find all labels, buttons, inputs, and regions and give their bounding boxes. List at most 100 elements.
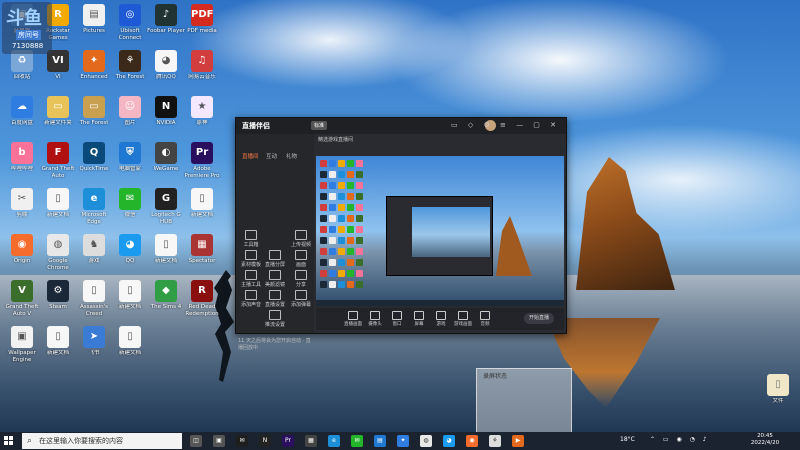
desktop-icon[interactable]: ▤ Pictures xyxy=(74,4,114,35)
taskbar-app-icon[interactable]: ◍ xyxy=(420,435,432,447)
sidebar-tool-item[interactable]: 直播设置 xyxy=(264,290,286,308)
desktop-icon[interactable]: ▭ The Forest xyxy=(74,96,114,127)
desktop-icon[interactable]: ✂ 剪映 xyxy=(2,188,42,219)
live-preview[interactable] xyxy=(316,156,564,306)
desktop-icon[interactable]: ▯ 新建文档 xyxy=(110,280,150,311)
desktop-icon[interactable]: V Grand Theft Auto V xyxy=(2,280,42,317)
sidebar-tool-item[interactable]: 素材模板 xyxy=(240,250,262,268)
weather-readout[interactable]: 18°C xyxy=(620,436,635,443)
desktop-icon[interactable]: ☺ 图片 xyxy=(110,96,150,127)
desktop-icon[interactable]: Pr Adobe Premiere Pro xyxy=(182,142,222,179)
taskbar-app-icon[interactable]: ⚘ xyxy=(489,435,501,447)
desktop-icon[interactable]: ⚙ Steam xyxy=(38,280,78,311)
desktop-icon[interactable]: ◐ WeGame xyxy=(146,142,186,173)
tool-label: 直播分屏 xyxy=(264,262,285,268)
app-titlebar[interactable]: 直播伴侣 标准 ▭ ◇ ⚙ ≡ — ▢ ✕ xyxy=(236,118,566,134)
desktop-icon[interactable]: ▣ Wallpaper Engine xyxy=(2,326,42,363)
desktop-icon[interactable]: ▦ Spectator xyxy=(182,234,222,265)
taskbar-app-icon[interactable]: ▶ xyxy=(512,435,524,447)
taskbar-app-icon[interactable]: Pr xyxy=(282,435,294,447)
taskbar-app-icon[interactable]: ▣ xyxy=(213,435,225,447)
desktop-icon[interactable]: ◉ Origin xyxy=(2,234,42,265)
desktop-icon[interactable]: ☁ 百度网盘 xyxy=(2,96,42,127)
sidebar-tool-item[interactable]: 推流设置 xyxy=(264,310,286,328)
desktop-icon[interactable]: ✉ 微信 xyxy=(110,188,150,219)
taskbar-app-icon[interactable]: ◕ xyxy=(443,435,455,447)
tab-gift[interactable]: 礼物 xyxy=(286,152,297,160)
sidebar-tool-item[interactable]: 上传视频 xyxy=(290,230,312,248)
desktop-icon[interactable]: ◎ Ubisoft Connect xyxy=(110,4,150,41)
sidebar-tool-item[interactable]: 美颜滤镜 xyxy=(264,270,286,288)
floating-recording-window[interactable]: 录屏状态 xyxy=(476,368,572,432)
toolbar-source-button[interactable]: 摄像头 xyxy=(366,311,384,327)
desktop-icon[interactable]: PDF PDF media xyxy=(182,4,222,35)
taskbar-clock[interactable]: 20:45 2022/4/20 xyxy=(746,433,784,447)
desktop-icon[interactable]: ⛨ 电脑管家 xyxy=(110,142,150,173)
desktop-icon[interactable]: ⚘ The Forest xyxy=(110,50,150,81)
desktop-icon[interactable]: ♻ 回收站 xyxy=(2,50,42,81)
toolbar-source-button[interactable]: 屏幕 xyxy=(410,311,428,327)
desktop-icon-label: 网易云音乐 xyxy=(188,74,216,80)
windows-start-icon[interactable] xyxy=(4,436,14,446)
desktop-icon[interactable]: Q QuickTime xyxy=(74,142,114,173)
sidebar-tool-item[interactable]: 直播分屏 xyxy=(264,250,286,268)
desktop-icon[interactable]: ◆ The Sims 4 xyxy=(146,280,186,311)
preview-icon xyxy=(329,281,336,288)
toolbar-source-button[interactable]: 直播画面 xyxy=(344,311,362,327)
desktop-icon-file[interactable]: ▯ 文件 xyxy=(758,374,798,405)
desktop-icon[interactable]: N NVIDIA xyxy=(146,96,186,127)
desktop-icon[interactable]: ▯ Assassin's Creed xyxy=(74,280,114,317)
desktop-icon[interactable]: ✦ Enhanced xyxy=(74,50,114,81)
desktop-icon[interactable]: ▯ 新建文档 xyxy=(38,188,78,219)
desktop-icon[interactable]: ▯ 新建文档 xyxy=(146,234,186,265)
taskbar-app-icon[interactable]: ◉ xyxy=(466,435,478,447)
taskbar-search-input[interactable]: ⌕ 在这里输入你要搜索的内容 xyxy=(22,433,182,449)
taskbar-app-icon[interactable]: ▦ xyxy=(305,435,317,447)
taskbar-app-icon[interactable]: ◫ xyxy=(190,435,202,447)
tab-live-room[interactable]: 直播间 xyxy=(242,152,259,160)
desktop-icon[interactable]: ♞ 游戏 xyxy=(74,234,114,265)
desktop-icon[interactable]: ▯ 新建文档 xyxy=(110,326,150,357)
app-badge[interactable]: 标准 xyxy=(311,121,328,130)
desktop-icon[interactable]: ★ 原神 xyxy=(182,96,222,127)
taskbar-app-icon[interactable]: ▤ xyxy=(374,435,386,447)
taskbar-app-icon[interactable]: ✉ xyxy=(236,435,248,447)
desktop-icon[interactable]: ▭ 新建文件夹 xyxy=(38,96,78,127)
sidebar-tool-item[interactable]: 分享 xyxy=(290,270,312,288)
tab-interact[interactable]: 互动 xyxy=(266,152,277,160)
desktop-icon[interactable]: b 哔哩哔哩 xyxy=(2,142,42,173)
desktop-icon[interactable]: ♪ Foobar Player xyxy=(146,4,186,35)
window-controls[interactable]: ▭ ◇ ⚙ ≡ — ▢ ✕ xyxy=(451,121,560,129)
taskbar-app-icon[interactable]: ✉ xyxy=(351,435,363,447)
streaming-app-window[interactable]: 直播伴侣 标准 ▭ ◇ ⚙ ≡ — ▢ ✕ 直播间 互动 礼物 工具箱 素材模板直… xyxy=(235,117,567,351)
sidebar-tool-item[interactable]: 画面 xyxy=(290,250,312,268)
app-icon: ▤ xyxy=(83,4,105,26)
toolbar-source-button[interactable]: 游戏画面 xyxy=(454,311,472,327)
start-live-button[interactable]: 开始直播 xyxy=(524,313,554,324)
desktop-icon[interactable]: ◕ 腾讯QQ xyxy=(146,50,186,81)
toolbar-source-button[interactable]: 窗口 xyxy=(388,311,406,327)
desktop-icon[interactable]: VI VI xyxy=(38,50,78,81)
desktop-icon[interactable]: ◍ Google Chrome xyxy=(38,234,78,271)
desktop-icon[interactable]: ◕ QQ xyxy=(110,234,150,265)
desktop-icon[interactable]: F Grand Theft Auto xyxy=(38,142,78,179)
desktop-icon[interactable]: R Red Dead Redemption xyxy=(182,280,222,317)
desktop-icon[interactable]: ▯ 新建文档 xyxy=(182,188,222,219)
desktop-icon[interactable]: ➤ 飞书 xyxy=(74,326,114,357)
desktop-icon[interactable]: ♫ 网易云音乐 xyxy=(182,50,222,81)
taskbar-app-icon[interactable]: N xyxy=(259,435,271,447)
system-tray-icons[interactable]: ⌃ ▭ ◉ ◔ ♪ xyxy=(650,436,710,443)
taskbar-app-icon[interactable]: e xyxy=(328,435,340,447)
desktop-icon-label: PDF media xyxy=(187,28,217,34)
desktop-icon[interactable]: ▯ 新建文档 xyxy=(38,326,78,357)
sidebar-tool-item[interactable]: 工具箱 xyxy=(240,230,262,248)
toolbar-source-button[interactable]: 音频 xyxy=(476,311,494,327)
preview-icon xyxy=(347,215,354,222)
desktop-icon[interactable]: e Microsoft Edge xyxy=(74,188,114,225)
sidebar-tool-item[interactable]: 添加弹幕 xyxy=(290,290,312,308)
desktop-icon[interactable]: G Logitech G HUB xyxy=(146,188,186,225)
sidebar-tool-item[interactable]: 添加声音 xyxy=(240,290,262,308)
sidebar-tool-item[interactable]: 主播工具 xyxy=(240,270,262,288)
toolbar-source-button[interactable]: 游戏 xyxy=(432,311,450,327)
taskbar-app-icon[interactable]: ✦ xyxy=(397,435,409,447)
